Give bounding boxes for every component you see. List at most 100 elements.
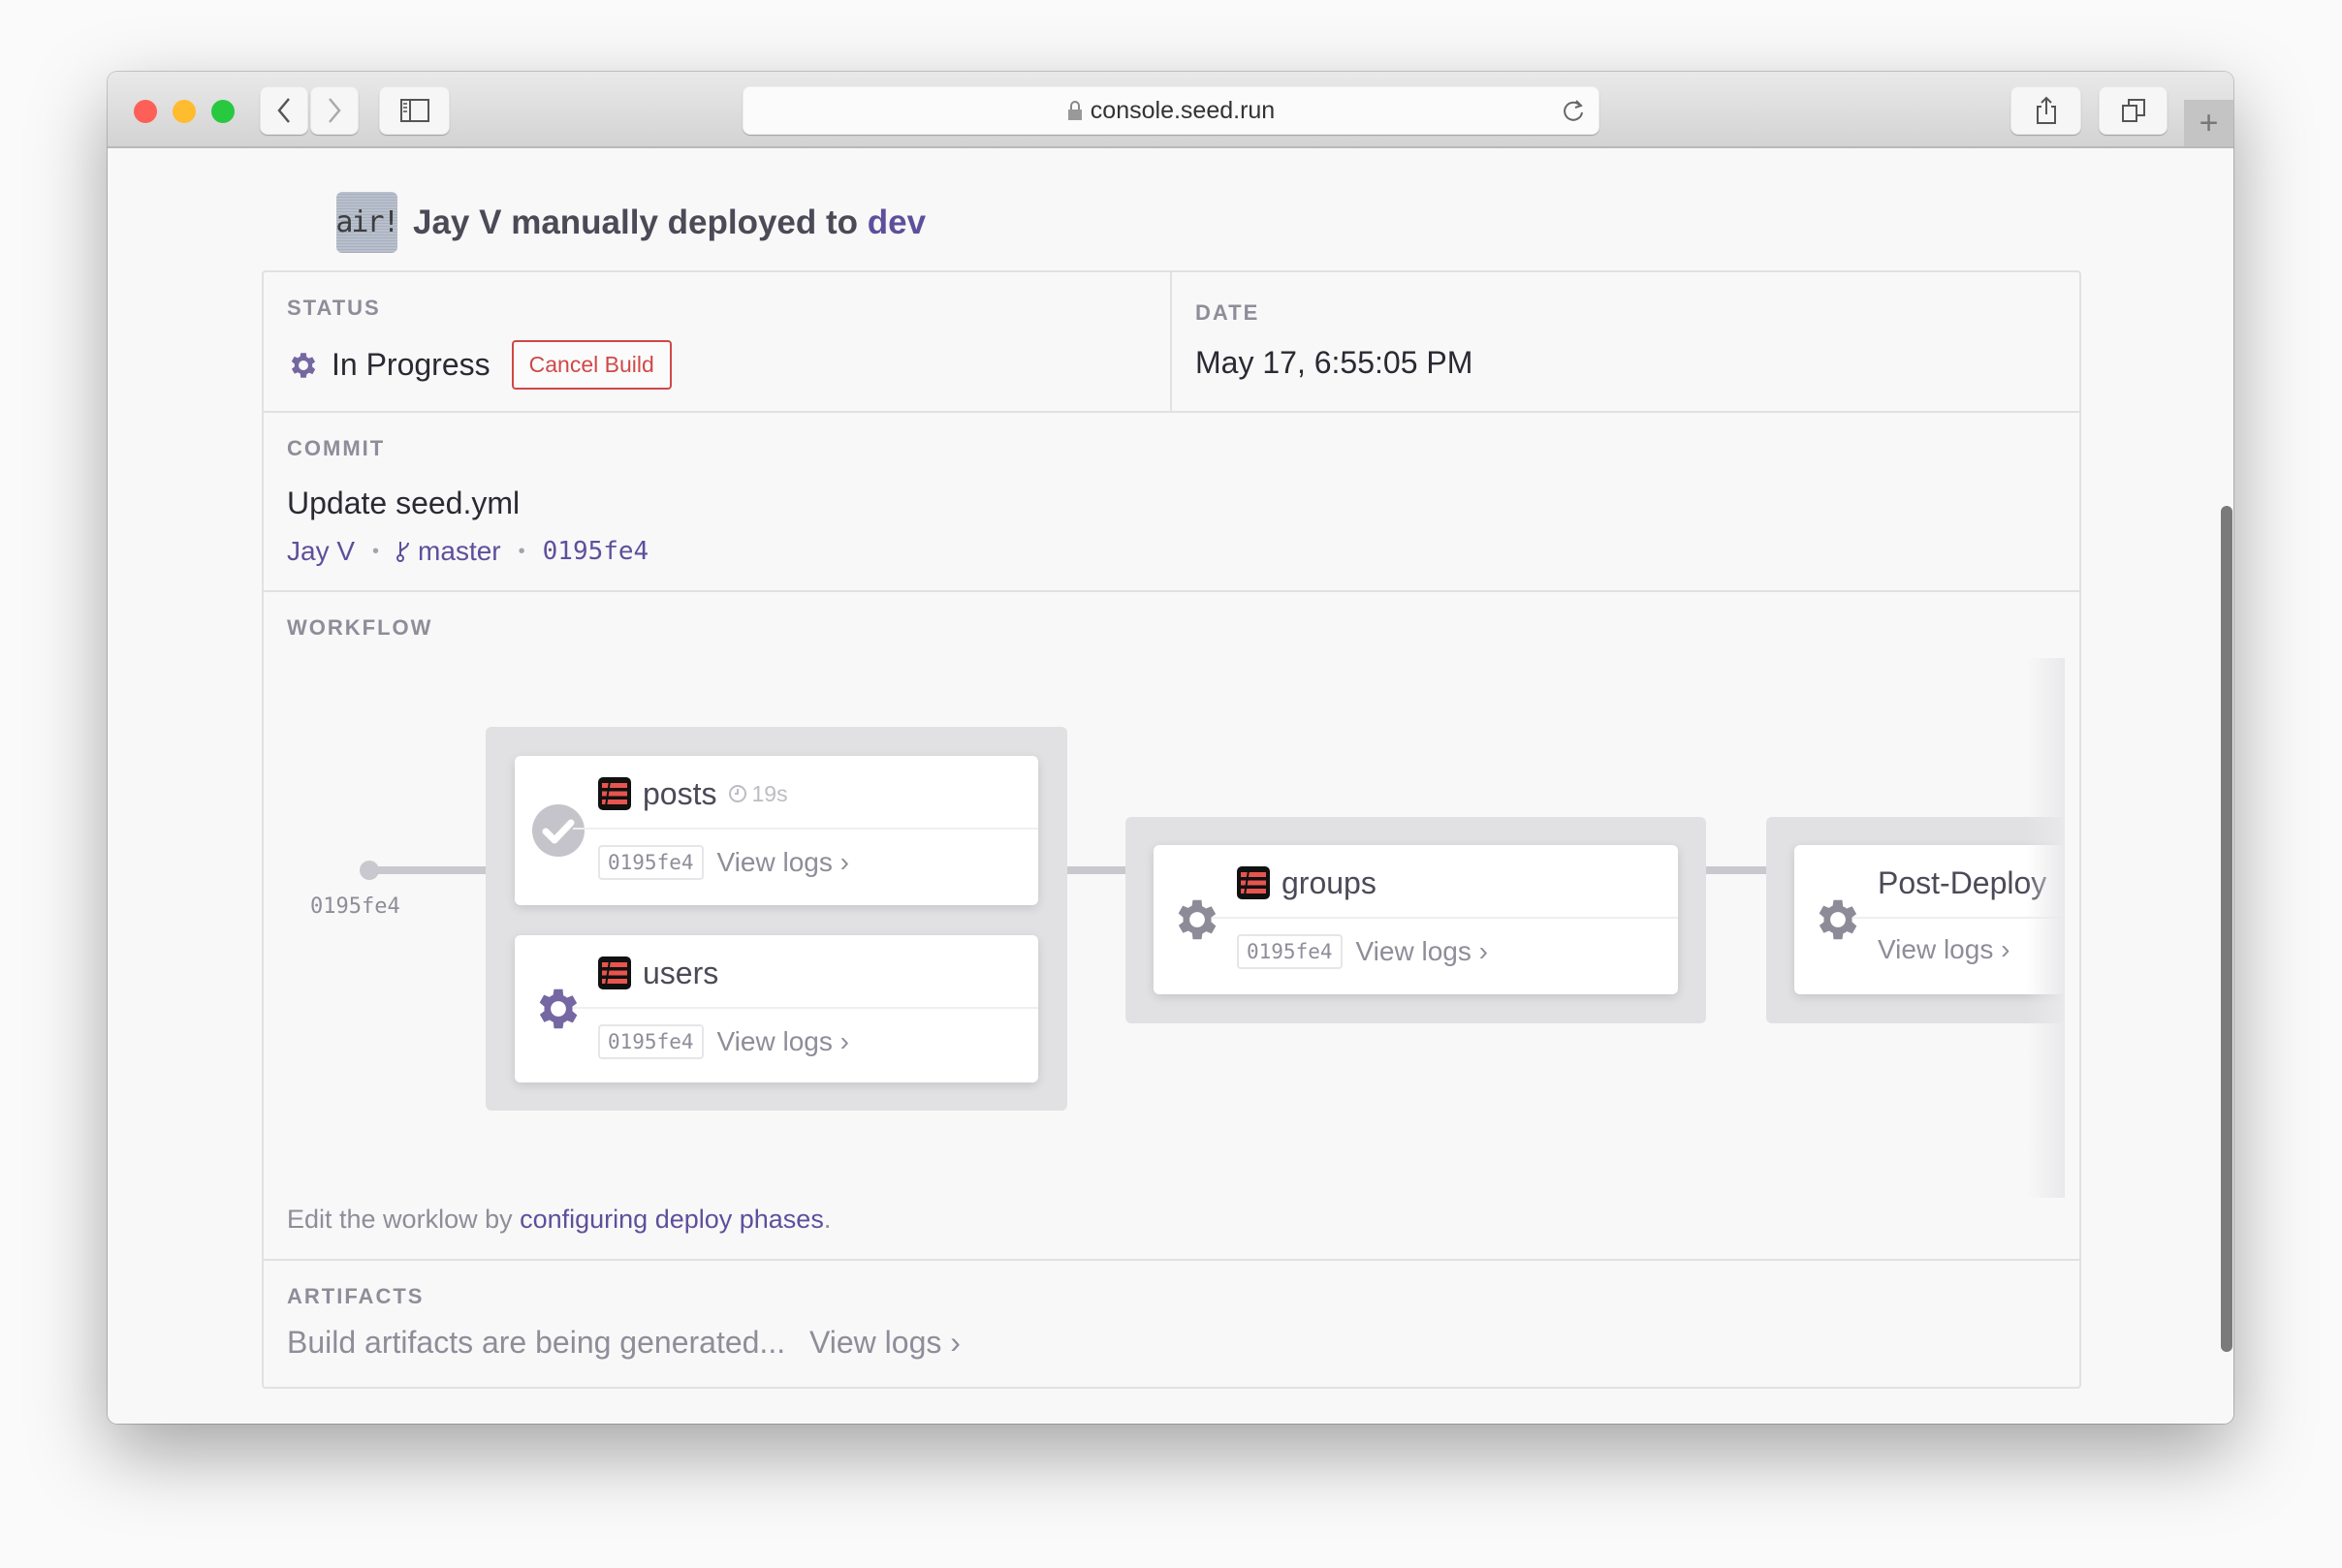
- reload-icon[interactable]: [1561, 97, 1586, 124]
- service-header: Post-Deploy: [1878, 864, 2046, 901]
- workflow-edit-note: Edit the worklow by configuring deploy p…: [287, 1205, 831, 1235]
- tabs-icon: [2121, 99, 2145, 122]
- status-row: In Progress Cancel Build: [287, 340, 672, 390]
- view-logs-link[interactable]: View logs ›: [1878, 934, 2010, 965]
- service-name[interactable]: users: [643, 956, 718, 991]
- separator-dot: •: [518, 540, 525, 562]
- share-button[interactable]: [2010, 86, 2081, 135]
- avatar: air!: [335, 192, 400, 253]
- back-button[interactable]: [260, 86, 308, 135]
- service-header: posts 19s: [598, 775, 788, 812]
- note-text: Edit the worklow by: [287, 1205, 521, 1234]
- page-heading: air! Jay V manually deployed to dev: [335, 192, 926, 253]
- view-logs-link[interactable]: View logs ›: [717, 1026, 849, 1057]
- plus-icon: +: [2199, 104, 2219, 141]
- workflow-stage-post-deploy: Post-Deploy View logs ›: [1766, 817, 2065, 1023]
- service-footer: 0195fe4 View logs ›: [1237, 934, 1488, 969]
- commit-label: COMMIT: [287, 436, 386, 460]
- view-logs-label: View logs: [1878, 934, 1994, 964]
- service-name[interactable]: Post-Deploy: [1878, 865, 2046, 901]
- action-text: manually deployed to: [501, 203, 868, 241]
- workflow-stage-1: posts 19s 0195fe4 View logs › users 0195…: [486, 727, 1067, 1111]
- workflow-diagram: 0195fe4 posts 19s 0195fe4 View logs › us…: [264, 658, 2065, 1198]
- chevron-left-icon: [277, 98, 290, 123]
- configure-phases-link[interactable]: configuring deploy phases: [520, 1205, 824, 1234]
- chevron-right-icon: ›: [1478, 936, 1488, 966]
- separator-dot: •: [372, 540, 380, 562]
- vertical-scrollbar[interactable]: [2221, 506, 2232, 1352]
- scroll-fade: [2026, 658, 2065, 1198]
- sidebar-icon: [399, 99, 429, 122]
- git-branch-icon: [396, 542, 410, 562]
- lock-icon: [1067, 101, 1082, 120]
- artifacts-text: Build artifacts are being generated...: [287, 1325, 786, 1360]
- duration-value: 19s: [751, 780, 788, 806]
- share-icon: [2036, 96, 2056, 124]
- artifacts-status: Build artifacts are being generated... V…: [287, 1325, 961, 1361]
- clock-icon: [729, 785, 747, 802]
- view-logs-label: View logs: [716, 847, 833, 877]
- commit-author-link[interactable]: Jay V: [287, 536, 355, 567]
- chevron-right-icon: ›: [839, 847, 849, 877]
- divider: [264, 1259, 2079, 1261]
- service-duration: 19s: [728, 780, 788, 807]
- check-circle-icon: [532, 804, 585, 857]
- cancel-build-button[interactable]: Cancel Build: [511, 340, 672, 390]
- address-bar[interactable]: console.seed.run: [743, 86, 1599, 135]
- browser-toolbar: console.seed.run +: [108, 72, 2233, 148]
- service-footer: View logs ›: [1878, 934, 2010, 965]
- close-window-button[interactable]: [134, 100, 157, 123]
- sidebar-toggle-button[interactable]: [379, 86, 450, 135]
- workflow-start-sha: 0195fe4: [310, 894, 400, 919]
- serverless-framework-icon: [598, 956, 631, 989]
- service-header: users: [598, 955, 718, 991]
- new-tab-button[interactable]: +: [2184, 100, 2233, 146]
- chevron-right-icon: [329, 98, 341, 123]
- service-card-groups[interactable]: groups 0195fe4 View logs ›: [1154, 845, 1678, 994]
- service-footer: 0195fe4 View logs ›: [598, 1024, 849, 1059]
- chevron-right-icon: ›: [2001, 934, 2010, 964]
- page-title: Jay V manually deployed to dev: [413, 204, 926, 242]
- service-name[interactable]: groups: [1282, 865, 1377, 901]
- connector-line: [1066, 866, 1126, 874]
- service-sha: 0195fe4: [598, 1024, 704, 1059]
- browser-window: console.seed.run + air! Jay V manually d…: [108, 72, 2233, 1424]
- divider: [573, 828, 1038, 830]
- stage-link[interactable]: dev: [868, 204, 926, 241]
- view-logs-link[interactable]: View logs ›: [1356, 936, 1488, 967]
- service-footer: 0195fe4 View logs ›: [598, 845, 849, 880]
- gear-icon: [291, 352, 316, 378]
- connector-line: [369, 866, 486, 874]
- gear-icon: [1819, 899, 1857, 940]
- view-logs-label: View logs: [716, 1026, 833, 1056]
- workflow-stage-2: groups 0195fe4 View logs ›: [1125, 817, 1706, 1023]
- commit-message: Update seed.yml: [287, 486, 521, 520]
- note-suffix: .: [823, 1205, 832, 1234]
- avatar-text: air!: [335, 205, 399, 239]
- actor-name: Jay V: [413, 203, 502, 241]
- service-card-post-deploy[interactable]: Post-Deploy View logs ›: [1794, 845, 2065, 994]
- serverless-framework-icon: [598, 777, 631, 810]
- date-value: May 17, 6:55:05 PM: [1195, 345, 1473, 380]
- service-header: groups: [1237, 864, 1377, 901]
- view-logs-link[interactable]: View logs ›: [809, 1325, 961, 1360]
- divider: [264, 411, 2079, 413]
- divider: [264, 590, 2079, 592]
- chevron-right-icon: ›: [839, 1026, 849, 1056]
- service-name[interactable]: posts: [643, 776, 716, 812]
- view-logs-label: View logs: [808, 1325, 942, 1360]
- commit-sha-link[interactable]: 0195fe4: [543, 537, 649, 566]
- serverless-framework-icon: [1237, 866, 1270, 899]
- service-sha: 0195fe4: [1237, 934, 1343, 969]
- view-logs-link[interactable]: View logs ›: [717, 847, 849, 878]
- divider: [1212, 917, 1678, 919]
- commit-branch-link[interactable]: master: [418, 536, 501, 567]
- gear-icon: [1178, 899, 1217, 940]
- service-card-users[interactable]: users 0195fe4 View logs ›: [515, 935, 1038, 1082]
- show-tabs-button[interactable]: [2099, 86, 2168, 135]
- gear-icon: [539, 988, 578, 1029]
- maximize-window-button[interactable]: [211, 100, 235, 123]
- minimize-window-button[interactable]: [173, 100, 196, 123]
- forward-button[interactable]: [310, 86, 359, 135]
- service-card-posts[interactable]: posts 19s 0195fe4 View logs ›: [515, 756, 1038, 905]
